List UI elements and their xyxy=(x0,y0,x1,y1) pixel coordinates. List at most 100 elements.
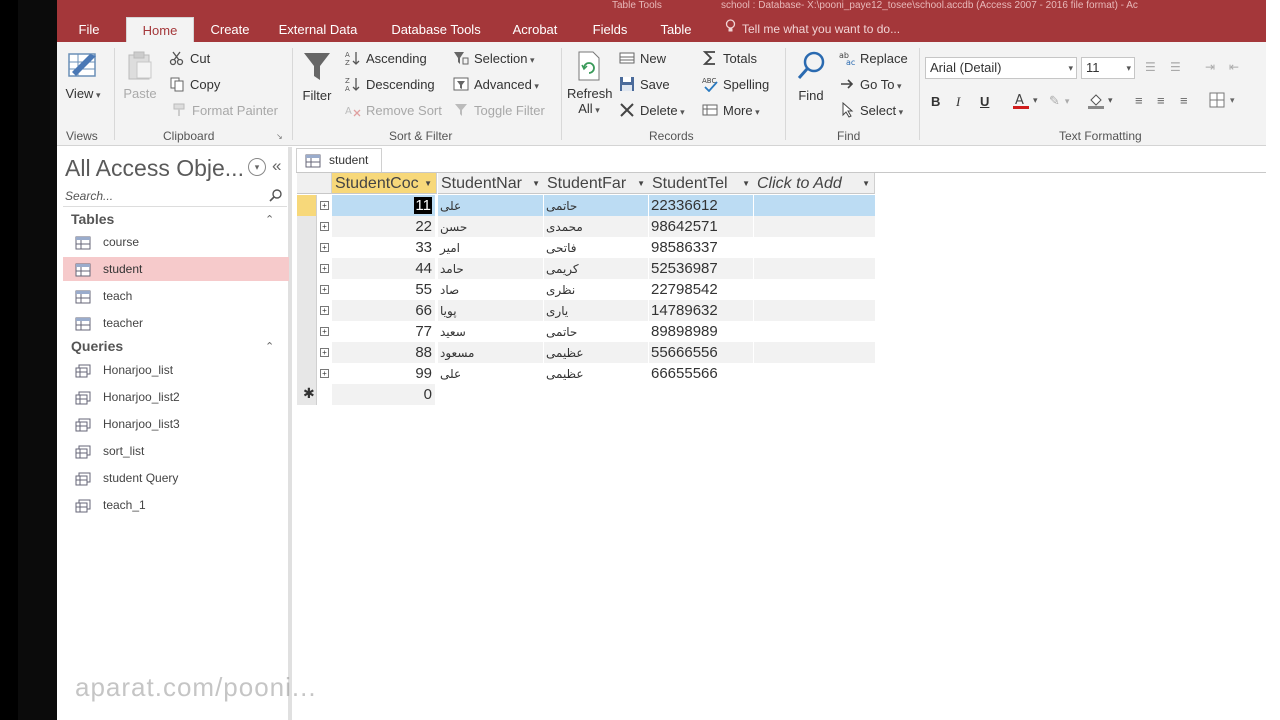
gridlines-button[interactable]: ▾ xyxy=(1209,92,1235,108)
cell-empty[interactable] xyxy=(754,216,875,237)
cell-family[interactable]: یاری xyxy=(544,300,648,321)
tab-fields[interactable]: Fields xyxy=(587,17,633,42)
column-header[interactable]: StudentCoc ▼ xyxy=(332,173,437,194)
align-left-button[interactable]: ≡ xyxy=(1135,93,1143,108)
cell-tel[interactable]: 52536987 xyxy=(649,258,753,279)
expand-plus-icon[interactable]: + xyxy=(320,285,329,294)
record-selector[interactable] xyxy=(297,363,317,384)
new-record-button[interactable]: New xyxy=(619,50,666,66)
record-selector[interactable] xyxy=(297,237,317,258)
view-button[interactable]: View xyxy=(65,50,101,101)
cell-empty[interactable] xyxy=(754,279,875,300)
document-tab-student[interactable]: student xyxy=(296,148,382,173)
tab-acrobat[interactable]: Acrobat xyxy=(507,17,563,42)
cell-name[interactable]: صاد xyxy=(438,279,543,300)
queries-section-header[interactable]: Queries xyxy=(71,338,123,354)
cell-code[interactable]: 33 xyxy=(332,237,435,258)
nav-query-honarjoo-list[interactable]: Honarjoo_list xyxy=(63,358,289,382)
cell-family[interactable]: عظیمی xyxy=(544,363,648,384)
cell-tel[interactable]: 22336612 xyxy=(649,195,753,216)
cell-empty[interactable] xyxy=(754,300,875,321)
column-header[interactable]: StudentNar ▼ xyxy=(438,173,545,194)
delete-button[interactable]: Delete xyxy=(619,102,685,118)
cell-code[interactable]: 11 xyxy=(332,195,435,216)
cell-name[interactable]: مسعود xyxy=(438,342,543,363)
spelling-button[interactable]: ABC Spelling xyxy=(702,76,769,93)
tab-create[interactable]: Create xyxy=(206,17,254,42)
cell-tel[interactable]: 89898989 xyxy=(649,321,753,342)
cell-name[interactable]: علی xyxy=(438,363,543,384)
collapse-section-icon[interactable]: ⌃ xyxy=(265,213,274,226)
column-header[interactable]: StudentTel ▼ xyxy=(649,173,755,194)
tab-table[interactable]: Table xyxy=(653,17,699,42)
cell-empty[interactable] xyxy=(754,321,875,342)
select-button[interactable]: Select xyxy=(839,101,903,118)
cell-tel[interactable]: 98642571 xyxy=(649,216,753,237)
nav-query-sort-list[interactable]: sort_list xyxy=(63,439,289,463)
descending-button[interactable]: ZA Descending xyxy=(345,76,435,94)
cell-empty[interactable] xyxy=(754,195,875,216)
nav-query-honarjoo-list3[interactable]: Honarjoo_list3 xyxy=(63,412,289,436)
outdent-button[interactable]: ⇤ xyxy=(1229,60,1239,74)
expand-plus-icon[interactable]: + xyxy=(320,306,329,315)
tab-file[interactable]: File xyxy=(71,17,107,42)
nav-search-input[interactable]: Search... xyxy=(63,187,287,207)
tables-section-header[interactable]: Tables xyxy=(71,211,114,227)
indent-button[interactable]: ⇥ xyxy=(1205,60,1215,74)
cell-family[interactable]: محمدی xyxy=(544,216,648,237)
clipboard-launcher-icon[interactable]: ↘ xyxy=(276,132,285,141)
record-selector[interactable]: ✱ xyxy=(297,384,317,405)
replace-button[interactable]: ab ac Replace xyxy=(839,50,908,68)
refresh-all-button[interactable]: Refresh All xyxy=(567,50,613,116)
remove-sort-button[interactable]: A Remove Sort xyxy=(345,102,442,118)
expand-plus-icon[interactable]: + xyxy=(320,369,329,378)
cell-family[interactable]: حاتمی xyxy=(544,321,648,342)
expand-plus-icon[interactable]: + xyxy=(320,327,329,336)
tab-database-tools[interactable]: Database Tools xyxy=(383,17,489,42)
cell-family[interactable]: فاتحی xyxy=(544,237,648,258)
column-dropdown-icon[interactable]: ▼ xyxy=(742,173,750,193)
nav-table-teacher[interactable]: teacher xyxy=(63,311,289,335)
find-button[interactable]: Find xyxy=(791,50,831,103)
column-header[interactable]: StudentFar ▼ xyxy=(544,173,650,194)
cell-code[interactable]: 44 xyxy=(332,258,435,279)
cell-tel[interactable]: 55666556 xyxy=(649,342,753,363)
expand-plus-icon[interactable]: + xyxy=(320,348,329,357)
paste-button[interactable]: Paste xyxy=(121,50,159,101)
numbering-button[interactable]: ☰ xyxy=(1170,60,1181,74)
cell-family[interactable]: حاتمی xyxy=(544,195,648,216)
cell-name[interactable]: علی xyxy=(438,195,543,216)
font-name-dropdown[interactable]: Arial (Detail) ▾ xyxy=(925,57,1077,79)
toggle-filter-button[interactable]: Toggle Filter xyxy=(453,102,545,118)
chevron-down-icon[interactable]: ▾ xyxy=(248,158,266,176)
table-row[interactable]: +99 علی عظیمی 66655566 xyxy=(297,363,875,384)
nav-pane-title[interactable]: All Access Obje... xyxy=(65,155,244,182)
underline-button[interactable]: U xyxy=(980,94,989,109)
selection-button[interactable]: Selection xyxy=(453,50,535,66)
cell-empty[interactable] xyxy=(754,342,875,363)
table-row[interactable]: +55 صاد نظری 22798542 xyxy=(297,279,875,300)
record-selector[interactable] xyxy=(297,258,317,279)
nav-query-honarjoo-list2[interactable]: Honarjoo_list2 xyxy=(63,385,289,409)
bold-button[interactable]: B xyxy=(931,94,940,109)
record-selector[interactable] xyxy=(297,321,317,342)
cell-code[interactable]: 66 xyxy=(332,300,435,321)
ascending-button[interactable]: AZ Ascending xyxy=(345,50,427,68)
cell-family[interactable]: کریمی xyxy=(544,258,648,279)
table-row[interactable]: +44 حامد کریمی 52536987 xyxy=(297,258,875,279)
column-dropdown-icon[interactable]: ▼ xyxy=(862,173,870,193)
record-selector[interactable] xyxy=(297,300,317,321)
filter-button[interactable]: Filter xyxy=(298,50,336,103)
goto-button[interactable]: Go To xyxy=(839,76,901,92)
cell-code[interactable]: 88 xyxy=(332,342,435,363)
copy-button[interactable]: Copy xyxy=(169,76,220,92)
highlight-button[interactable]: ✎ ▾ xyxy=(1049,93,1069,109)
totals-button[interactable]: Totals xyxy=(702,50,757,66)
expand-plus-icon[interactable]: + xyxy=(320,243,329,252)
fill-color-button[interactable]: ▾ xyxy=(1087,92,1113,109)
collapse-section-icon[interactable]: ⌃ xyxy=(265,340,274,353)
click-to-add-column-header[interactable]: Click to Add ▼ xyxy=(754,173,875,194)
column-dropdown-icon[interactable]: ▼ xyxy=(637,173,645,193)
cell-code[interactable]: 22 xyxy=(332,216,435,237)
cell-code[interactable]: 99 xyxy=(332,363,435,384)
